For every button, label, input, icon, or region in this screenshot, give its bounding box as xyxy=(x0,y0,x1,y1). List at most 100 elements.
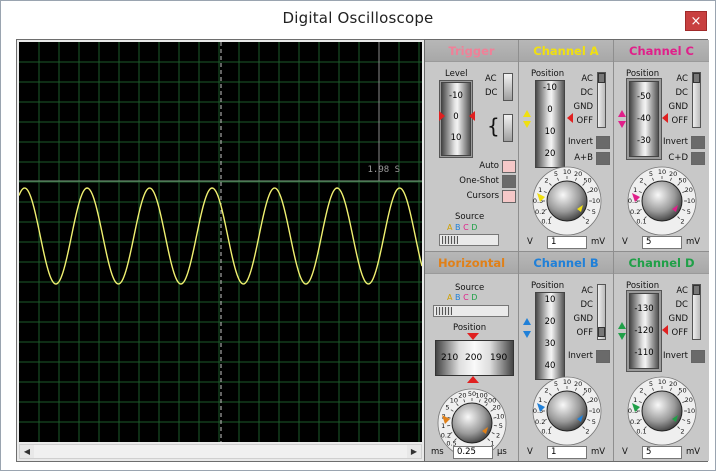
horizontal-title: Horizontal xyxy=(425,252,518,274)
channel-d-invert-button[interactable] xyxy=(691,350,705,363)
window-title: Digital Oscilloscope xyxy=(282,9,434,27)
trigger-edge-switch[interactable] xyxy=(503,114,513,142)
channel-b-position-drum[interactable]: 10 20 30 40 xyxy=(535,292,565,380)
horizontal-panel: Horizontal Source A B C D Position 210 2… xyxy=(425,252,519,461)
channel-d-volts-knob[interactable]: 0.10.20.5125 10 2050201052 xyxy=(622,370,702,448)
trigger-level-marker-icon xyxy=(439,111,475,121)
trigger-cursors-label: Cursors xyxy=(466,191,499,201)
close-icon[interactable]: × xyxy=(685,11,707,31)
channel-c-dc-label: DC xyxy=(675,88,688,98)
channel-b-coupling-switch[interactable] xyxy=(597,284,606,340)
dial-scale-label: 10 xyxy=(563,168,571,176)
channel-a-title: Channel A xyxy=(519,40,613,62)
dial-scale-label: 2 xyxy=(680,428,684,436)
trigger-coupling-switch[interactable] xyxy=(503,73,513,101)
channel-a-invert-button[interactable] xyxy=(596,136,610,149)
dial-scale-label: 5 xyxy=(554,170,558,178)
scroll-left-icon[interactable]: ◀ xyxy=(20,445,34,458)
dial-knob xyxy=(641,180,683,222)
channel-a-volts-knob[interactable]: 0.10.20.5125 10 2050201052 xyxy=(527,160,607,238)
trigger-cursors-button[interactable] xyxy=(502,190,516,203)
dial-scale-label: 20 xyxy=(492,404,500,412)
channel-d-invert-label: Invert xyxy=(663,351,688,361)
dial-scale-label: 0.1 xyxy=(541,218,551,226)
channel-c-off-label: OFF xyxy=(671,116,688,126)
channel-c-volts-knob[interactable]: 0.10.20.5125 10 2050201052 xyxy=(622,160,702,238)
dial-scale-label: 1 xyxy=(633,396,637,404)
horizontal-scrollbar[interactable]: ◀ ▶ xyxy=(19,444,422,459)
channel-c-unit-v: V xyxy=(622,237,628,247)
dial-scale-label: 20 xyxy=(458,392,466,400)
dial-scale-label: 2 xyxy=(585,218,589,226)
channel-a-unit-mv: mV xyxy=(591,237,606,247)
channel-b-invert-button[interactable] xyxy=(596,350,610,363)
control-panels: Trigger Level -10 0 10 AC DC { Auto One-… xyxy=(424,39,709,462)
scope-screen[interactable]: 1.98 S xyxy=(19,42,422,442)
title-bar: Digital Oscilloscope × xyxy=(1,1,715,35)
dial-scale-label: 20 xyxy=(590,186,598,194)
channel-b-invert-label: Invert xyxy=(568,351,593,361)
pos-val: 30 xyxy=(544,339,556,349)
channel-c-coupling-switch[interactable] xyxy=(692,72,701,128)
trigger-one-shot-button[interactable] xyxy=(502,175,516,188)
trigger-one-shot-label: One-Shot xyxy=(459,176,499,186)
pos-val: -130 xyxy=(634,304,654,314)
horizontal-position-label: Position xyxy=(453,323,487,333)
trigger-edge-brace-icon: { xyxy=(487,114,500,138)
dial-scale-label: 5 xyxy=(592,418,596,426)
channel-d-panel: Channel D Position -130 -120 -110 AC DC … xyxy=(614,252,709,461)
source-c: C xyxy=(463,293,469,302)
channel-c-scale-value[interactable]: 5 xyxy=(642,236,682,249)
dial-scale-label: 1 xyxy=(633,186,637,194)
pos-val: 20 xyxy=(544,317,556,327)
horizontal-position-drum[interactable]: 210 200 190 xyxy=(435,340,514,376)
dial-scale-label: 20 xyxy=(590,396,598,404)
dial-scale-label: 2 xyxy=(639,387,643,395)
channel-d-coupling-switch[interactable] xyxy=(692,284,701,340)
trigger-source-slider[interactable] xyxy=(439,234,499,246)
horizontal-time-value[interactable]: 0.25 xyxy=(453,446,493,459)
dial-scale-label: 5 xyxy=(649,170,653,178)
dial-scale-label: 10 xyxy=(658,168,666,176)
dial-scale-label: 10 xyxy=(658,378,666,386)
channel-b-scale-value[interactable]: 1 xyxy=(547,446,587,459)
channel-b-off-label: OFF xyxy=(576,328,593,338)
source-a: A xyxy=(447,293,453,302)
dial-scale-label: 2 xyxy=(496,432,500,440)
source-b: B xyxy=(455,293,461,302)
channel-c-title: Channel C xyxy=(614,40,709,62)
dial-scale-label: 2 xyxy=(680,218,684,226)
trigger-auto-button[interactable] xyxy=(502,160,516,173)
hpos-val: 190 xyxy=(490,353,508,363)
channel-a-coupling-switch[interactable] xyxy=(597,72,606,128)
dial-knob xyxy=(451,402,493,444)
channel-c-invert-button[interactable] xyxy=(691,136,705,149)
channel-c-unit-mv: mV xyxy=(686,237,701,247)
pos-val: -10 xyxy=(543,83,557,93)
scroll-right-icon[interactable]: ▶ xyxy=(407,445,421,458)
trigger-dc-label: DC xyxy=(485,88,498,98)
channel-d-scale-value[interactable]: 5 xyxy=(642,446,682,459)
channel-b-volts-knob[interactable]: 0.10.20.5125 10 2050201052 xyxy=(527,370,607,448)
dial-scale-label: 10 xyxy=(592,407,600,415)
dial-scale-label: 5 xyxy=(592,208,596,216)
trigger-source-label: Source xyxy=(455,212,485,222)
dial-scale-label: 20 xyxy=(685,186,693,194)
dial-scale-label: 10 xyxy=(592,197,600,205)
dial-scale-label: 0.1 xyxy=(636,218,646,226)
horizontal-source-slider[interactable] xyxy=(433,305,509,317)
dial-scale-label: 0.2 xyxy=(630,418,640,426)
trigger-source-letters: A B C D xyxy=(447,223,477,232)
channel-a-scale-value[interactable]: 1 xyxy=(547,236,587,249)
dial-scale-label: 5 xyxy=(499,422,503,430)
source-a: A xyxy=(447,223,453,232)
dial-scale-label: 5 xyxy=(649,380,653,388)
channel-b-unit-v: V xyxy=(527,447,533,457)
trigger-panel: Trigger Level -10 0 10 AC DC { Auto One-… xyxy=(425,40,519,252)
trigger-auto-label: Auto xyxy=(479,161,499,171)
source-d: D xyxy=(471,223,478,232)
channel-b-title: Channel B xyxy=(519,252,613,274)
horizontal-source-letters: A B C D xyxy=(447,293,477,302)
dial-scale-label: 1 xyxy=(538,186,542,194)
dial-scale-label: 0.2 xyxy=(441,432,451,440)
